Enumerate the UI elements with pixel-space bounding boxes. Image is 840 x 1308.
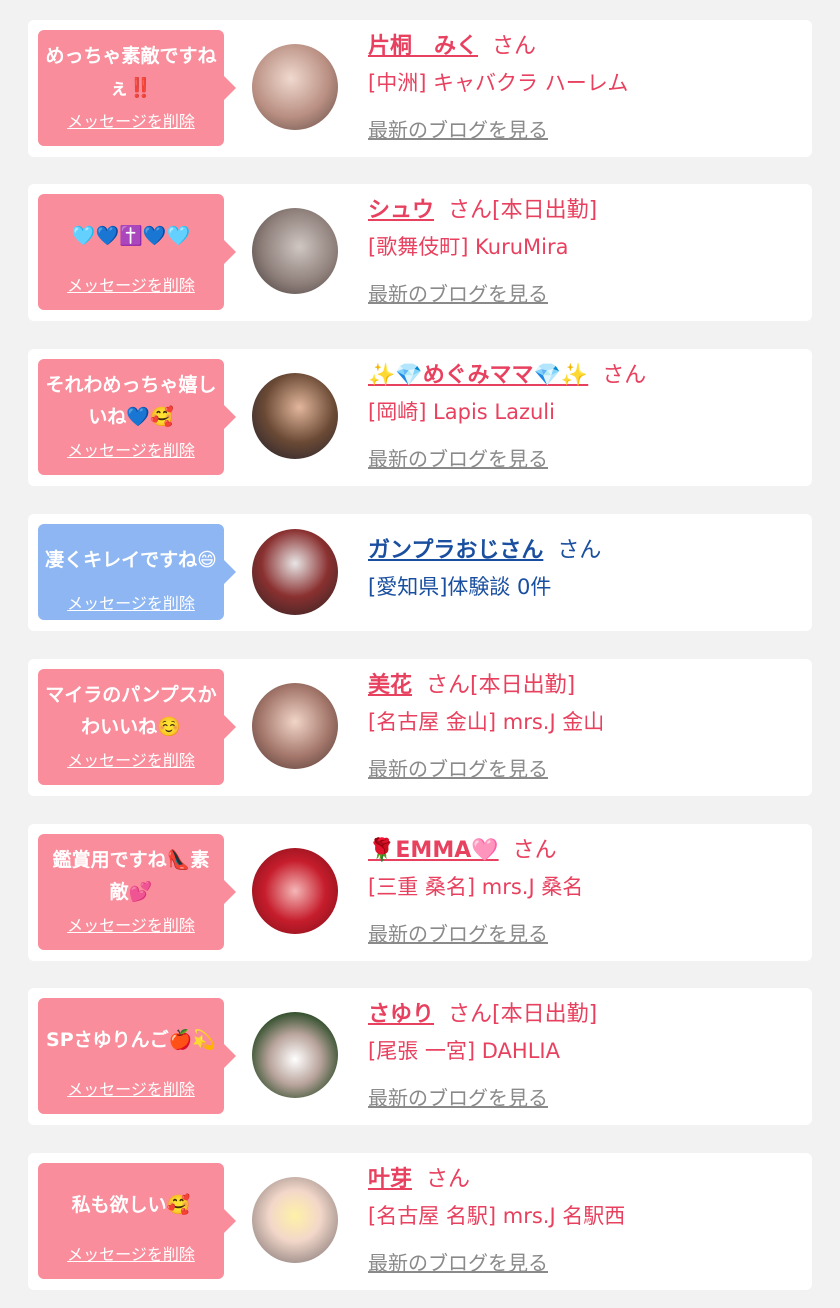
shop-info: [名古屋 名駅] mrs.J 名駅西 xyxy=(368,1204,626,1228)
shop-info: [中洲] キャバクラ ハーレム xyxy=(368,71,629,95)
shop-info: [尾張 一宮] DAHLIA xyxy=(368,1039,560,1063)
message-card: 🩵💙✝️💙🩵 メッセージを削除 シュウ さん[本日出勤] [歌舞伎町] KuruM… xyxy=(28,184,812,321)
name-suffix: さん xyxy=(512,838,557,863)
message-card: マイラのパンプスかわいいね☺️ メッセージを削除 美花 さん[本日出勤] [名古屋… xyxy=(28,659,812,796)
message-card: それわめっちゃ嬉しいね💙🥰 メッセージを削除 ✨💎めぐみママ💎✨ さん [岡崎] … xyxy=(28,349,812,486)
latest-blog-link[interactable]: 最新のブログを見る xyxy=(368,446,802,472)
latest-blog-link[interactable]: 最新のブログを見る xyxy=(368,281,802,307)
delete-message-link[interactable]: メッセージを削除 xyxy=(38,747,224,771)
message-bubble: 🩵💙✝️💙🩵 メッセージを削除 xyxy=(38,194,236,310)
avatar[interactable] xyxy=(252,208,338,294)
message-card: SPさゆりんご🍎💫 メッセージを削除 さゆり さん[本日出勤] [尾張 一宮] D… xyxy=(28,988,812,1125)
message-text: 凄くキレイですね😄 xyxy=(45,549,217,571)
delete-message-link[interactable]: メッセージを削除 xyxy=(38,1076,224,1100)
message-text: 🩵💙✝️💙🩵 xyxy=(71,225,191,247)
delete-message-link[interactable]: メッセージを削除 xyxy=(38,108,224,132)
name-suffix: さん xyxy=(492,34,537,59)
latest-blog-link[interactable]: 最新のブログを見る xyxy=(368,756,802,782)
message-text: 私も欲しい🥰 xyxy=(71,1194,191,1216)
delete-message-link[interactable]: メッセージを削除 xyxy=(38,1241,224,1265)
message-text: SPさゆりんご🍎💫 xyxy=(46,1029,216,1051)
message-card: めっちゃ素敵ですねぇ‼️ メッセージを削除 片桐 みく さん [中洲] キャバクラ… xyxy=(28,20,812,157)
shop-info: [三重 桑名] mrs.J 桑名 xyxy=(368,875,584,899)
cast-name-link[interactable]: さゆり xyxy=(368,1002,434,1027)
name-suffix: さん xyxy=(426,1167,471,1192)
shop-info: [名古屋 金山] mrs.J 金山 xyxy=(368,710,605,734)
name-suffix: さん xyxy=(602,363,647,388)
avatar[interactable] xyxy=(252,529,338,615)
message-bubble: それわめっちゃ嬉しいね💙🥰 メッセージを削除 xyxy=(38,359,236,475)
message-text: マイラのパンプスかわいいね☺️ xyxy=(45,684,217,738)
cast-name-link[interactable]: 片桐 みく xyxy=(368,34,478,59)
cast-name-link[interactable]: 🌹EMMA🩷 xyxy=(368,838,499,863)
shop-info: [岡崎] Lapis Lazuli xyxy=(368,400,555,424)
avatar[interactable] xyxy=(252,848,338,934)
cast-name-link[interactable]: ✨💎めぐみママ💎✨ xyxy=(368,363,588,388)
message-bubble: マイラのパンプスかわいいね☺️ メッセージを削除 xyxy=(38,669,236,785)
message-bubble: めっちゃ素敵ですねぇ‼️ メッセージを削除 xyxy=(38,30,236,146)
message-text: それわめっちゃ嬉しいね💙🥰 xyxy=(45,374,217,428)
name-suffix: さん[本日出勤] xyxy=(448,198,598,223)
avatar[interactable] xyxy=(252,1012,338,1098)
user-review-count: [愛知県]体験談 0件 xyxy=(368,575,552,599)
message-bubble: 鑑賞用ですね👠素敵💕 メッセージを削除 xyxy=(38,834,236,950)
delete-message-link[interactable]: メッセージを削除 xyxy=(38,590,224,614)
message-text: めっちゃ素敵ですねぇ‼️ xyxy=(45,45,217,99)
avatar[interactable] xyxy=(252,683,338,769)
latest-blog-link[interactable]: 最新のブログを見る xyxy=(368,117,802,143)
name-suffix: さん[本日出勤] xyxy=(426,673,576,698)
delete-message-link[interactable]: メッセージを削除 xyxy=(38,912,224,936)
message-bubble: 凄くキレイですね😄 メッセージを削除 xyxy=(38,524,236,620)
delete-message-link[interactable]: メッセージを削除 xyxy=(38,437,224,461)
latest-blog-link[interactable]: 最新のブログを見る xyxy=(368,1250,802,1276)
user-name-link[interactable]: ガンプラおじさん xyxy=(368,538,543,563)
name-suffix: さん[本日出勤] xyxy=(448,1002,598,1027)
message-bubble: SPさゆりんご🍎💫 メッセージを削除 xyxy=(38,998,236,1114)
cast-name-link[interactable]: 叶芽 xyxy=(368,1167,412,1192)
message-card: 私も欲しい🥰 メッセージを削除 叶芽 さん [名古屋 名駅] mrs.J 名駅西 … xyxy=(28,1153,812,1290)
message-text: 鑑賞用ですね👠素敵💕 xyxy=(52,849,210,903)
name-suffix: さん xyxy=(557,538,602,563)
shop-info: [歌舞伎町] KuruMira xyxy=(368,235,569,259)
delete-message-link[interactable]: メッセージを削除 xyxy=(38,272,224,296)
cast-name-link[interactable]: シュウ xyxy=(368,198,434,223)
avatar[interactable] xyxy=(252,44,338,130)
message-card: 凄くキレイですね😄 メッセージを削除 ガンプラおじさん さん [愛知県]体験談 0… xyxy=(28,514,812,631)
latest-blog-link[interactable]: 最新のブログを見る xyxy=(368,1085,802,1111)
cast-name-link[interactable]: 美花 xyxy=(368,673,412,698)
message-bubble: 私も欲しい🥰 メッセージを削除 xyxy=(38,1163,236,1279)
message-card: 鑑賞用ですね👠素敵💕 メッセージを削除 🌹EMMA🩷 さん [三重 桑名] mrs… xyxy=(28,824,812,961)
latest-blog-link[interactable]: 最新のブログを見る xyxy=(368,921,802,947)
avatar[interactable] xyxy=(252,373,338,459)
avatar[interactable] xyxy=(252,1177,338,1263)
